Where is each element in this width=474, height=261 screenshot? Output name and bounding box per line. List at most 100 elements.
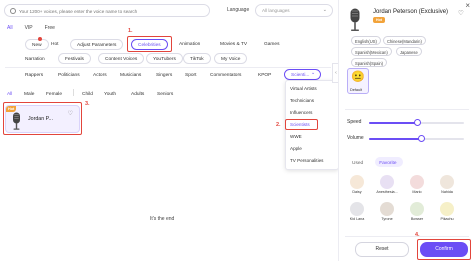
speed-label: Speed [347,119,362,125]
volume-slider-handle[interactable] [418,135,425,142]
favorite-voice-item[interactable]: Pikachu [435,202,459,221]
step-marker-4: 4. [415,232,420,238]
sub-sport[interactable]: Sport [185,70,197,81]
sub-actors[interactable]: Actors [93,70,107,81]
sub-scientists-select[interactable]: Scienti... [284,69,322,80]
chip-animation[interactable]: Animation [179,39,201,50]
voice-avatar [440,175,454,189]
voice-avatar [380,175,394,189]
search-box[interactable] [4,4,210,17]
chevron-down-icon: ⌄ [311,70,316,76]
voice-avatar [410,175,424,189]
language-select-value: All languages [262,8,290,13]
smiley-face-icon: 😐 [351,71,365,83]
sub-kpop[interactable]: KPOP [258,70,272,81]
dropdown-item-wwe[interactable]: WWE [290,134,302,139]
chip-adjust-parameters[interactable]: Adjust Parameters [70,39,124,50]
annotation-box-3 [3,102,82,135]
chip-festivals[interactable]: Festivals [58,53,91,64]
tab-favorite[interactable]: Favorite [379,161,396,166]
end-of-list-text: It's the end [150,216,175,222]
volume-slider[interactable] [369,135,464,142]
sub-musicians[interactable]: Musicians [120,70,142,81]
style-default[interactable]: 😐 Default [347,68,369,94]
favorite-voice-label: Bowser [410,217,424,221]
favorite-voice-item[interactable]: Kid Lana [345,202,369,221]
chip-movies-tv[interactable]: Movies & TV [220,39,248,50]
voice-avatar [440,202,454,216]
favorite-voice-item[interactable]: Daisy [345,175,369,194]
favorite-voice-item[interactable]: Tyrone [375,202,399,221]
chip-new[interactable]: New [25,39,49,50]
voice-library-panel: Language All languages ⌄ All VIP Free Ne… [0,0,339,261]
tab-used[interactable]: Used [352,161,363,166]
filter-male[interactable]: Male [24,89,35,100]
filter-adults[interactable]: Adults [131,89,145,100]
search-input[interactable] [19,6,205,16]
step-marker-2: 2. [276,122,281,128]
chip-narration[interactable]: Narration [25,54,45,65]
voice-avatar [410,202,424,216]
favorite-voice-label: Daisy [352,190,362,194]
filter-youth[interactable]: Youth [104,89,117,100]
filter-child[interactable]: Child [82,89,93,100]
sub-rappers[interactable]: Rappers [25,70,44,81]
favorite-voice-item[interactable]: Anesthesia... [375,175,399,194]
speed-slider[interactable] [369,119,464,126]
favorite-voice-item[interactable]: Bowser [405,202,429,221]
tab-vip[interactable]: VIP [25,25,33,31]
annotation-box-2 [285,119,318,130]
dropdown-item-influencers[interactable]: Influencers [290,110,312,115]
search-icon [10,8,16,14]
dropdown-item-apple[interactable]: Apple [290,146,302,151]
style-label: Default [350,88,363,92]
language-chip: Chinese(Mandarin) [383,36,426,45]
sub-commentators[interactable]: Commentators [210,70,242,81]
sub-singers[interactable]: Singers [156,70,173,81]
dropdown-item-technicians[interactable]: Technicians [290,98,314,103]
language-select[interactable]: All languages ⌄ [255,4,333,17]
favorite-voice-item[interactable]: Nahida [435,175,459,194]
microphone-icon [350,8,360,31]
divider [73,89,74,96]
close-icon[interactable]: × [465,1,470,10]
sub-politicians[interactable]: Politicians [58,70,80,81]
language-chip: Spanish(Spain) [351,58,387,67]
voice-changer-app: Language All languages ⌄ All VIP Free Ne… [0,0,474,261]
divider [5,67,331,68]
speed-slider-fill [369,122,417,124]
favorite-voice-label: Mario [412,190,422,194]
chip-games[interactable]: Games [264,39,280,50]
voice-history-tabs: Used Favorite [352,161,397,166]
dropdown-item-virtual-artists[interactable]: Virtual Artists [290,86,317,91]
volume-slider-fill [369,138,421,140]
favorite-voice-item[interactable]: Mario [405,175,429,194]
voice-name: Jordan Peterson (Exclusive) [373,9,449,15]
filter-seniors[interactable]: Seniors [157,89,174,100]
chip-tiktok[interactable]: TikTok [183,53,211,64]
tier-tabs: All VIP Free [7,25,55,31]
voice-avatar [380,202,394,216]
voice-avatar [350,202,364,216]
speed-slider-handle[interactable] [414,119,421,126]
favorite-voice-label: Anesthesia... [376,190,398,194]
heart-icon[interactable]: ♡ [458,9,464,17]
tab-all[interactable]: All [7,25,13,31]
filter-all[interactable]: All [7,89,13,100]
chip-content-voices[interactable]: Content Voices [98,53,145,64]
reset-button[interactable]: Reset [355,242,409,257]
favorite-voice-label: Tyrone [381,217,393,221]
chip-youtubers[interactable]: YouTubers [146,53,183,64]
annotation-box-4 [417,239,471,260]
filter-female[interactable]: Female [46,89,62,100]
new-dot-badge [38,37,42,41]
language-chip: Spanish(Mexican) [351,47,392,56]
tab-free[interactable]: Free [45,25,55,31]
step-marker-3: 3. [85,101,90,107]
chip-hot[interactable]: Hot [51,39,59,50]
step-marker-1: 1. [128,28,133,34]
favorite-voice-label: Kid Lana [349,217,365,221]
dropdown-item-tv-personalities[interactable]: TV Personalities [290,158,323,163]
chip-my-voice[interactable]: My Voice [214,53,248,64]
volume-label: Volume [347,135,364,141]
